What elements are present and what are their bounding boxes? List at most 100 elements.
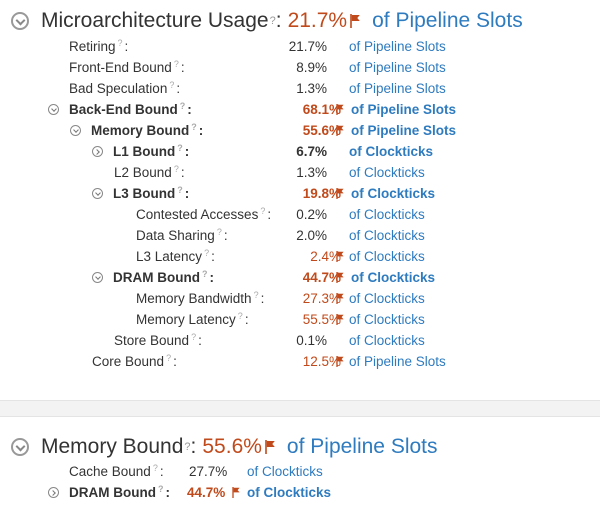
help-icon[interactable]: ? <box>118 38 123 48</box>
flag-icon <box>265 440 277 454</box>
metric-unit[interactable]: of Clockticks <box>349 291 425 306</box>
metric-unit[interactable]: of Pipeline Slots <box>351 102 456 117</box>
metric-label: Store Bound <box>114 333 190 348</box>
metric-row-retiring[interactable]: Retiring?: 21.7% of Pipeline Slots <box>0 36 600 57</box>
metric-label: L2 Bound <box>114 165 172 180</box>
flag-icon <box>232 487 241 498</box>
metric-unit[interactable]: of Pipeline Slots <box>349 354 446 369</box>
metric-row-front-end-bound[interactable]: Front-End Bound?: 8.9% of Pipeline Slots <box>0 57 600 78</box>
flag-icon <box>336 104 345 115</box>
metric-unit[interactable]: of Pipeline Slots <box>349 39 446 54</box>
collapse-chevron-icon[interactable] <box>11 438 29 456</box>
metric-unit[interactable]: of Clockticks <box>351 270 435 285</box>
metric-unit[interactable]: of Clockticks <box>247 485 331 500</box>
help-icon[interactable]: ? <box>169 80 174 90</box>
section-unit[interactable]: of Pipeline Slots <box>372 9 523 33</box>
metric-value: 44.7% <box>187 485 226 500</box>
metric-unit[interactable]: of Clockticks <box>349 207 425 222</box>
flag-icon <box>336 188 345 199</box>
metric-row-core-bound[interactable]: Core Bound?: 12.5% of Pipeline Slots <box>0 351 600 372</box>
microarchitecture-usage-section: Microarchitecture Usage ? : 21.7% of Pip… <box>0 0 600 400</box>
metric-label: Back-End Bound <box>69 102 178 117</box>
section-value: 21.7% <box>287 9 348 32</box>
help-icon[interactable]: ? <box>217 227 222 237</box>
metric-value: 1.3% <box>296 165 327 180</box>
metric-unit[interactable]: of Clockticks <box>349 312 425 327</box>
metric-unit[interactable]: of Clockticks <box>349 249 425 264</box>
section-value: 55.6% <box>202 435 262 458</box>
metric-label: DRAM Bound <box>113 270 200 285</box>
metric-unit[interactable]: of Pipeline Slots <box>349 60 446 75</box>
memory-bound-header[interactable]: Memory Bound ? : 55.6% of Pipeline Slots <box>11 435 438 459</box>
metric-row-l1-bound[interactable]: L1 Bound?: 6.7% of Clockticks <box>0 141 600 162</box>
help-icon[interactable]: ? <box>177 143 183 153</box>
help-icon[interactable]: ? <box>191 332 196 342</box>
metric-row-l3-bound[interactable]: L3 Bound?: 19.8% of Clockticks <box>0 183 600 204</box>
metric-label: DRAM Bound <box>69 485 156 500</box>
metric-row-dram-bound-2[interactable]: DRAM Bound?: 44.7% of Clockticks <box>0 482 600 503</box>
metric-row-store-bound[interactable]: Store Bound?: 0.1% of Clockticks <box>0 330 600 351</box>
help-icon[interactable]: ? <box>204 248 209 258</box>
metric-value: 2.0% <box>296 228 327 243</box>
metric-label: Memory Latency <box>136 312 236 327</box>
title-colon: : <box>190 435 197 458</box>
metric-row-l2-bound[interactable]: L2 Bound?: 1.3% of Clockticks <box>0 162 600 183</box>
help-icon[interactable]: ? <box>174 59 179 69</box>
metric-row-l3-latency[interactable]: L3 Latency?: 2.4% of Clockticks <box>0 246 600 267</box>
flag-icon <box>336 251 345 262</box>
metric-row-dram-bound[interactable]: DRAM Bound?: 44.7% of Clockticks <box>0 267 600 288</box>
metric-label: Memory Bandwidth <box>136 291 252 306</box>
metric-row-memory-latency[interactable]: Memory Latency?: 55.5% of Clockticks <box>0 309 600 330</box>
help-icon[interactable]: ? <box>180 101 186 111</box>
metric-label: Bad Speculation <box>69 81 168 96</box>
metric-row-contested-accesses[interactable]: Contested Accesses?: 0.2% of Clockticks <box>0 204 600 225</box>
metric-row-back-end-bound[interactable]: Back-End Bound?: 68.1% of Pipeline Slots <box>0 99 600 120</box>
help-icon[interactable]: ? <box>158 484 164 494</box>
metric-value: 21.7% <box>288 39 327 54</box>
expand-chevron-icon[interactable] <box>48 104 59 115</box>
expand-chevron-icon[interactable] <box>92 188 103 199</box>
metric-label: Contested Accesses <box>136 207 259 222</box>
metric-unit[interactable]: of Clockticks <box>351 186 435 201</box>
metric-label: Core Bound <box>92 354 165 369</box>
section-unit[interactable]: of Pipeline Slots <box>287 435 438 459</box>
metric-unit[interactable]: of Clockticks <box>349 144 433 159</box>
help-icon[interactable]: ? <box>177 185 183 195</box>
metric-row-memory-bandwidth[interactable]: Memory Bandwidth?: 27.3% of Clockticks <box>0 288 600 309</box>
metric-label: L1 Bound <box>113 144 176 159</box>
metric-value: 0.2% <box>296 207 327 222</box>
metric-row-memory-bound[interactable]: Memory Bound?: 55.6% of Pipeline Slots <box>0 120 600 141</box>
help-icon[interactable]: ? <box>202 269 208 279</box>
help-icon[interactable]: ? <box>153 463 158 473</box>
metric-row-bad-speculation[interactable]: Bad Speculation?: 1.3% of Pipeline Slots <box>0 78 600 99</box>
flag-icon <box>336 356 345 367</box>
metric-unit[interactable]: of Clockticks <box>349 228 425 243</box>
metric-unit[interactable]: of Clockticks <box>349 165 425 180</box>
metric-value: 1.3% <box>296 81 327 96</box>
section-title: Microarchitecture Usage <box>41 9 269 32</box>
expand-chevron-icon[interactable] <box>48 487 59 498</box>
metric-unit[interactable]: of Pipeline Slots <box>349 81 446 96</box>
metric-unit[interactable]: of Clockticks <box>247 464 323 479</box>
metric-row-cache-bound[interactable]: Cache Bound?: 27.7% of Clockticks <box>0 461 600 482</box>
metric-value: 0.1% <box>296 333 327 348</box>
help-icon[interactable]: ? <box>238 311 243 321</box>
expand-chevron-icon[interactable] <box>70 125 81 136</box>
microarchitecture-usage-header[interactable]: Microarchitecture Usage ? : 21.7% of Pip… <box>11 9 523 33</box>
help-icon[interactable]: ? <box>260 206 265 216</box>
metric-unit[interactable]: of Clockticks <box>349 333 425 348</box>
expand-chevron-icon[interactable] <box>92 146 103 157</box>
metric-unit[interactable]: of Pipeline Slots <box>351 123 456 138</box>
flag-icon <box>336 314 345 325</box>
help-icon[interactable]: ? <box>174 164 179 174</box>
metric-row-data-sharing[interactable]: Data Sharing?: 2.0% of Clockticks <box>0 225 600 246</box>
help-icon[interactable]: ? <box>254 290 259 300</box>
metric-label: Memory Bound <box>91 123 190 138</box>
expand-chevron-icon[interactable] <box>92 272 103 283</box>
metric-label: Cache Bound <box>69 464 151 479</box>
help-icon[interactable]: ? <box>191 122 197 132</box>
metric-value: 27.7% <box>189 464 228 479</box>
metric-label: Retiring <box>69 39 116 54</box>
collapse-chevron-icon[interactable] <box>11 12 29 30</box>
help-icon[interactable]: ? <box>166 353 171 363</box>
